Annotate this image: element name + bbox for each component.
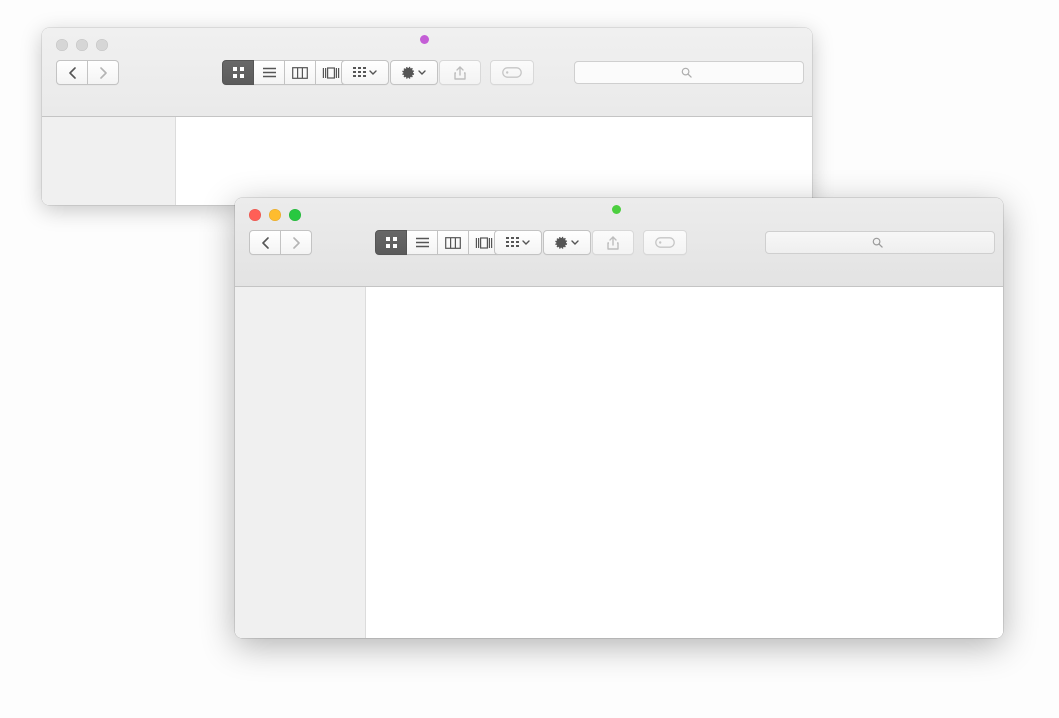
edit-tags-group[interactable] xyxy=(643,230,687,257)
list-view-button[interactable] xyxy=(407,230,438,255)
action-button[interactable] xyxy=(390,60,438,85)
front-window-body xyxy=(235,287,1003,638)
arrange-group[interactable] xyxy=(494,230,542,257)
title-tag-dot xyxy=(611,205,621,214)
search-group[interactable] xyxy=(574,61,804,86)
back-window-sidebar[interactable] xyxy=(42,117,176,205)
chevron-down-icon xyxy=(522,240,530,245)
title-tag-dot xyxy=(419,35,429,44)
back-button[interactable] xyxy=(56,60,88,85)
back-forward-group[interactable] xyxy=(56,60,119,87)
edit-tags-button[interactable] xyxy=(490,60,534,85)
share-group[interactable] xyxy=(592,230,634,257)
column-view-button[interactable] xyxy=(438,230,469,255)
forward-button[interactable] xyxy=(88,60,119,85)
action-button[interactable] xyxy=(543,230,591,255)
gear-icon xyxy=(402,66,415,79)
chevron-down-icon xyxy=(369,70,377,75)
forward-button[interactable] xyxy=(281,230,312,255)
back-window-title xyxy=(42,35,812,44)
chevron-down-icon xyxy=(418,70,426,75)
front-window-file-grid[interactable] xyxy=(366,287,1003,638)
front-window-titlebar[interactable] xyxy=(235,198,1003,287)
arrange-group[interactable] xyxy=(341,60,389,87)
edit-tags-group[interactable] xyxy=(490,60,534,87)
front-window-sidebar[interactable] xyxy=(235,287,366,638)
finder-window-back[interactable] xyxy=(42,28,812,205)
search-icon xyxy=(681,67,692,78)
search-input[interactable] xyxy=(574,61,804,84)
chevron-down-icon xyxy=(571,240,579,245)
action-group[interactable] xyxy=(390,60,438,87)
tag-icon xyxy=(502,67,522,78)
back-button[interactable] xyxy=(249,230,281,255)
arrange-button[interactable] xyxy=(341,60,389,85)
search-group[interactable] xyxy=(765,231,995,256)
back-window-body xyxy=(42,117,812,205)
front-window-toolbar[interactable] xyxy=(235,224,1003,282)
back-window-toolbar[interactable] xyxy=(42,54,812,112)
view-group[interactable] xyxy=(375,230,500,257)
search-icon xyxy=(872,237,883,248)
share-icon xyxy=(607,235,619,250)
icon-view-button[interactable] xyxy=(222,60,254,85)
search-input[interactable] xyxy=(765,231,995,254)
back-forward-group[interactable] xyxy=(249,230,312,257)
share-icon xyxy=(454,65,466,80)
share-group[interactable] xyxy=(439,60,481,87)
icon-view-button[interactable] xyxy=(375,230,407,255)
share-button[interactable] xyxy=(439,60,481,85)
front-window-title xyxy=(235,205,1003,214)
gear-icon xyxy=(555,236,568,249)
column-view-button[interactable] xyxy=(285,60,316,85)
back-window-file-grid[interactable] xyxy=(176,117,812,205)
list-view-button[interactable] xyxy=(254,60,285,85)
back-window-titlebar[interactable] xyxy=(42,28,812,117)
tag-icon xyxy=(655,237,675,248)
view-group[interactable] xyxy=(222,60,347,87)
action-group[interactable] xyxy=(543,230,591,257)
finder-window-front[interactable] xyxy=(235,198,1003,638)
arrange-button[interactable] xyxy=(494,230,542,255)
share-button[interactable] xyxy=(592,230,634,255)
edit-tags-button[interactable] xyxy=(643,230,687,255)
